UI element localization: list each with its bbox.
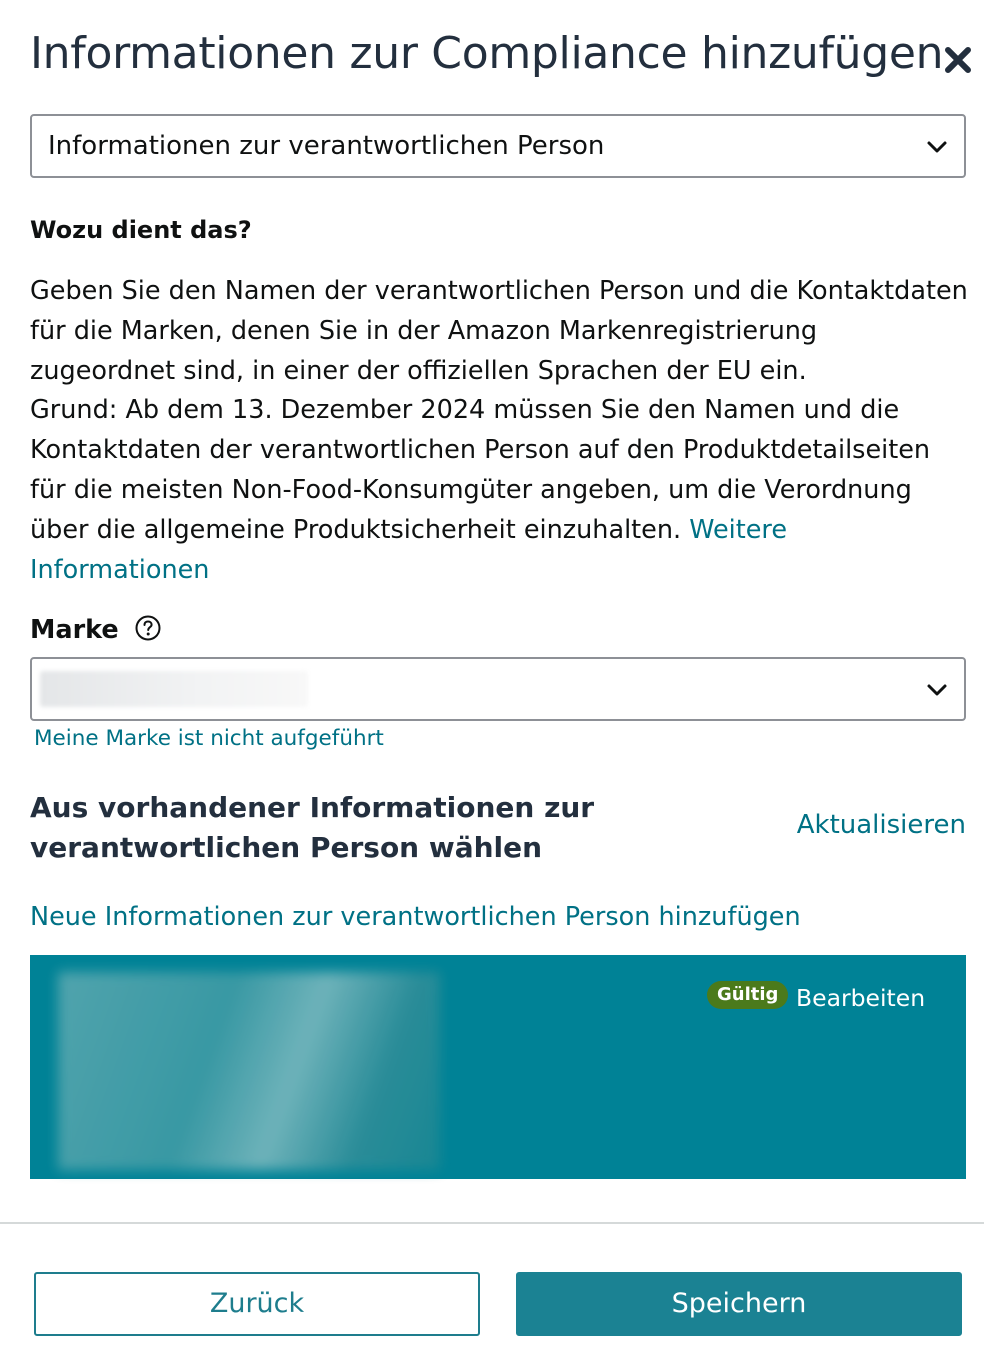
purpose-description: Geben Sie den Namen der verantwortlichen… [30, 272, 970, 590]
chevron-down-icon [927, 141, 947, 153]
footer-divider [0, 1222, 984, 1224]
purpose-paragraph-2: Grund: Ab dem 13. Dezember 2024 müssen S… [30, 395, 931, 545]
save-button[interactable]: Speichern [516, 1272, 962, 1336]
brand-label-row: Marke [30, 614, 162, 645]
info-type-select-value: Informationen zur verantwortlichen Perso… [48, 131, 605, 161]
responsible-person-card[interactable]: Gültig Bearbeiten [30, 955, 966, 1179]
question-circle-icon[interactable] [134, 614, 162, 642]
existing-info-heading: Aus vorhandener Informationen zur verant… [30, 788, 594, 868]
edit-link[interactable]: Bearbeiten [796, 984, 925, 1012]
purpose-heading: Wozu dient das? [30, 216, 252, 244]
purpose-paragraph-1: Geben Sie den Namen der verantwortlichen… [30, 276, 968, 386]
existing-info-heading-line-1: Aus vorhandener Informationen zur [30, 791, 595, 824]
status-badge: Gültig [707, 981, 789, 1009]
brand-select-redacted-value [40, 671, 308, 707]
brand-not-listed-link[interactable]: Meine Marke ist nicht aufgeführt [34, 726, 384, 751]
add-new-responsible-person-link[interactable]: Neue Informationen zur verantwortlichen … [30, 902, 801, 932]
existing-info-heading-line-2: verantwortlichen Person wählen [30, 831, 543, 864]
modal-title: Informationen zur Compliance hinzufügen [30, 28, 944, 79]
close-icon[interactable] [940, 42, 976, 78]
brand-label: Marke [30, 615, 119, 645]
back-button[interactable]: Zurück [34, 1272, 480, 1336]
refresh-link[interactable]: Aktualisieren [797, 810, 966, 840]
info-type-select[interactable]: Informationen zur verantwortlichen Perso… [30, 114, 966, 178]
responsible-person-redacted-details [58, 972, 440, 1170]
chevron-down-icon [927, 684, 947, 696]
brand-select[interactable] [30, 657, 966, 721]
